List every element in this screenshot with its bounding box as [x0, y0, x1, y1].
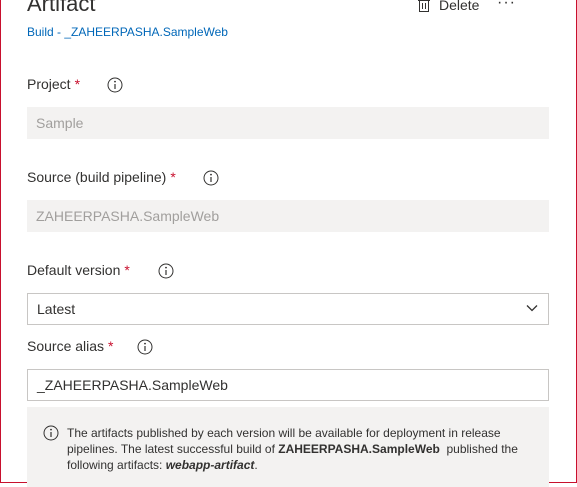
- source-alias-required-mark: *: [108, 338, 114, 354]
- project-label-row: Project *: [27, 76, 80, 92]
- delete-label: Delete: [439, 0, 480, 13]
- source-alias-info-icon[interactable]: [137, 339, 153, 355]
- default-version-dropdown[interactable]: Latest: [27, 293, 549, 325]
- source-required-mark: *: [170, 169, 176, 185]
- project-required-mark: *: [74, 76, 81, 92]
- source-label-row: Source (build pipeline) *: [27, 169, 176, 185]
- info-message: The artifacts published by each version …: [27, 407, 549, 487]
- default-version-label-row: Default version *: [27, 262, 130, 278]
- info-text-3: .: [254, 458, 258, 472]
- artifact-source-link[interactable]: Build - _ZAHEERPASHA.SampleWeb: [27, 25, 228, 39]
- more-actions-button[interactable]: ···: [497, 0, 516, 12]
- source-alias-input[interactable]: _ZAHEERPASHA.SampleWeb: [27, 369, 549, 401]
- project-field: Sample: [27, 107, 549, 139]
- default-version-value: Latest: [37, 301, 76, 317]
- project-info-icon[interactable]: [107, 77, 123, 93]
- default-version-label: Default version: [27, 262, 121, 278]
- info-icon: [43, 425, 59, 441]
- info-build-name: ZAHEERPASHA.SampleWeb: [278, 442, 440, 456]
- delete-button[interactable]: Delete: [418, 0, 479, 13]
- source-field: ZAHEERPASHA.SampleWeb: [27, 200, 549, 232]
- source-alias-label: Source alias: [27, 338, 105, 354]
- window-frame-left: [0, 0, 1, 483]
- chevron-down-icon: [526, 305, 538, 312]
- project-label: Project: [27, 76, 71, 92]
- info-artifact-name: webapp-artifact: [165, 458, 255, 472]
- panel-title: Artifact: [27, 0, 96, 16]
- default-version-info-icon[interactable]: [158, 263, 174, 279]
- source-info-icon[interactable]: [203, 170, 219, 186]
- source-label: Source (build pipeline): [27, 169, 167, 185]
- default-version-required-mark: *: [124, 262, 130, 278]
- trash-icon: [418, 0, 430, 12]
- source-alias-label-row: Source alias *: [27, 338, 114, 354]
